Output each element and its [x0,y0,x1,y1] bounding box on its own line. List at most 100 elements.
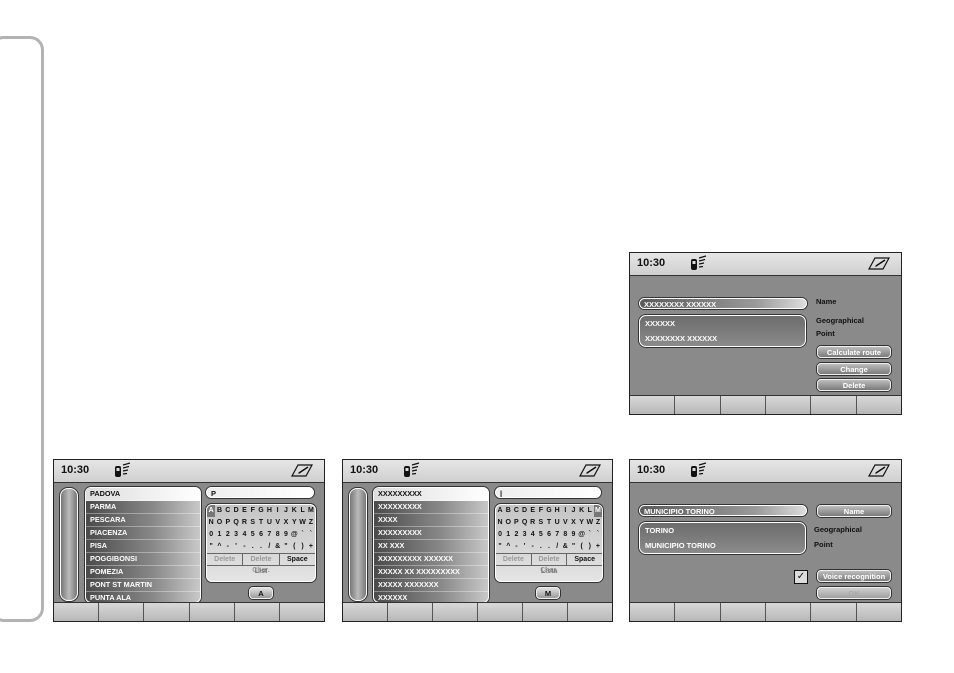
key[interactable]: 1 [504,529,512,541]
key[interactable]: B [504,505,512,517]
key[interactable]: J [569,505,577,517]
key[interactable]: D [520,505,528,517]
list-item[interactable]: PISA [86,540,200,553]
softkey[interactable] [190,603,235,621]
key[interactable]: / [553,541,561,553]
list-item[interactable]: XXXXXXXXX [374,488,488,501]
name-field[interactable]: MUNICIPIO TORINO [639,505,807,516]
key[interactable]: S [537,517,545,529]
key[interactable]: F [249,505,257,517]
list-key[interactable]: Lista [496,565,602,577]
key[interactable]: 1 [215,529,223,541]
voice-recognition-button[interactable]: Voice recognition [817,570,891,582]
list-item[interactable]: PONT ST MARTIN [86,579,200,592]
key[interactable]: " [569,541,577,553]
key[interactable]: W [298,517,306,529]
address-box[interactable]: XXXXXX XXXXXXXX XXXXXX [639,315,806,347]
key[interactable]: 8 [274,529,282,541]
key[interactable]: S [249,517,257,529]
key[interactable]: X [282,517,290,529]
delete-key[interactable]: Delete [207,554,244,565]
key[interactable]: 9 [569,529,577,541]
key[interactable]: ' [232,541,240,553]
calculate-route-button[interactable]: Calculate route [817,346,891,358]
delete-key[interactable]: Delete [496,554,532,565]
key[interactable]: N [207,517,215,529]
key[interactable]: - [224,541,232,553]
key[interactable]: K [290,505,298,517]
key[interactable]: 4 [529,529,537,541]
key[interactable]: Z [594,517,602,529]
key[interactable]: ` [307,529,315,541]
key[interactable]: ( [578,541,586,553]
key[interactable]: Y [578,517,586,529]
key[interactable]: I [274,505,282,517]
key[interactable]: 7 [265,529,273,541]
softkey[interactable] [568,603,612,621]
voice-recognition-checkbox[interactable]: ✓ [794,570,808,584]
key[interactable]: O [215,517,223,529]
key[interactable]: V [274,517,282,529]
softkey[interactable] [478,603,523,621]
key[interactable]: ^ [504,541,512,553]
key[interactable]: C [224,505,232,517]
key[interactable]: L [298,505,306,517]
navigation-pen-icon[interactable] [867,462,891,479]
softkey[interactable] [54,603,100,621]
key[interactable]: . [537,541,545,553]
key[interactable]: K [578,505,586,517]
softkey[interactable] [857,603,901,621]
search-input[interactable]: | [495,487,601,498]
key[interactable]: . [545,541,553,553]
key[interactable]: X [569,517,577,529]
key[interactable]: ' [520,541,528,553]
delete-char-key[interactable]: Delete Char. [243,554,280,574]
navigation-pen-icon[interactable] [290,462,314,479]
key[interactable]: G [257,505,265,517]
key[interactable]: - [529,541,537,553]
key[interactable]: I [561,505,569,517]
key[interactable]: - [240,541,248,553]
key[interactable]: U [265,517,273,529]
key[interactable]: & [561,541,569,553]
softkey[interactable] [343,603,388,621]
key[interactable]: ) [298,541,306,553]
softkey[interactable] [388,603,433,621]
key[interactable]: ` [298,529,306,541]
name-field[interactable]: XXXXXXXX XXXXXX [639,298,807,309]
address-box[interactable]: TORINO MUNICIPIO TORINO [639,522,806,554]
softkey[interactable] [766,603,812,621]
key[interactable]: " [496,541,504,553]
list-scrollbar[interactable] [349,488,367,601]
key[interactable]: / [265,541,273,553]
softkey[interactable] [857,396,901,414]
list-scrollbar[interactable] [60,488,78,601]
key[interactable]: V [561,517,569,529]
key[interactable]: " [282,541,290,553]
key[interactable]: A [207,505,216,517]
key[interactable]: J [282,505,290,517]
key[interactable]: N [496,517,504,529]
list-item[interactable]: PESCARA [86,514,200,527]
navigation-pen-icon[interactable] [867,255,891,272]
key[interactable]: M [593,505,602,517]
key[interactable]: C [512,505,520,517]
key[interactable]: B [215,505,223,517]
key[interactable]: ) [586,541,594,553]
navigation-pen-icon[interactable] [578,462,602,479]
key[interactable]: 0 [207,529,215,541]
key[interactable]: U [553,517,561,529]
list-item[interactable]: XXXXXXXXX [374,501,488,514]
ok-button[interactable]: OK [817,587,891,599]
key[interactable]: D [232,505,240,517]
key[interactable]: Z [307,517,315,529]
softkey[interactable] [721,603,766,621]
key[interactable]: T [257,517,265,529]
key[interactable]: E [240,505,248,517]
key[interactable]: P [512,517,520,529]
key[interactable]: + [307,541,315,553]
key[interactable]: 2 [224,529,232,541]
softkey[interactable] [675,603,721,621]
list-item[interactable]: XXXXX XXXXXXX [374,579,488,592]
key[interactable]: 8 [561,529,569,541]
